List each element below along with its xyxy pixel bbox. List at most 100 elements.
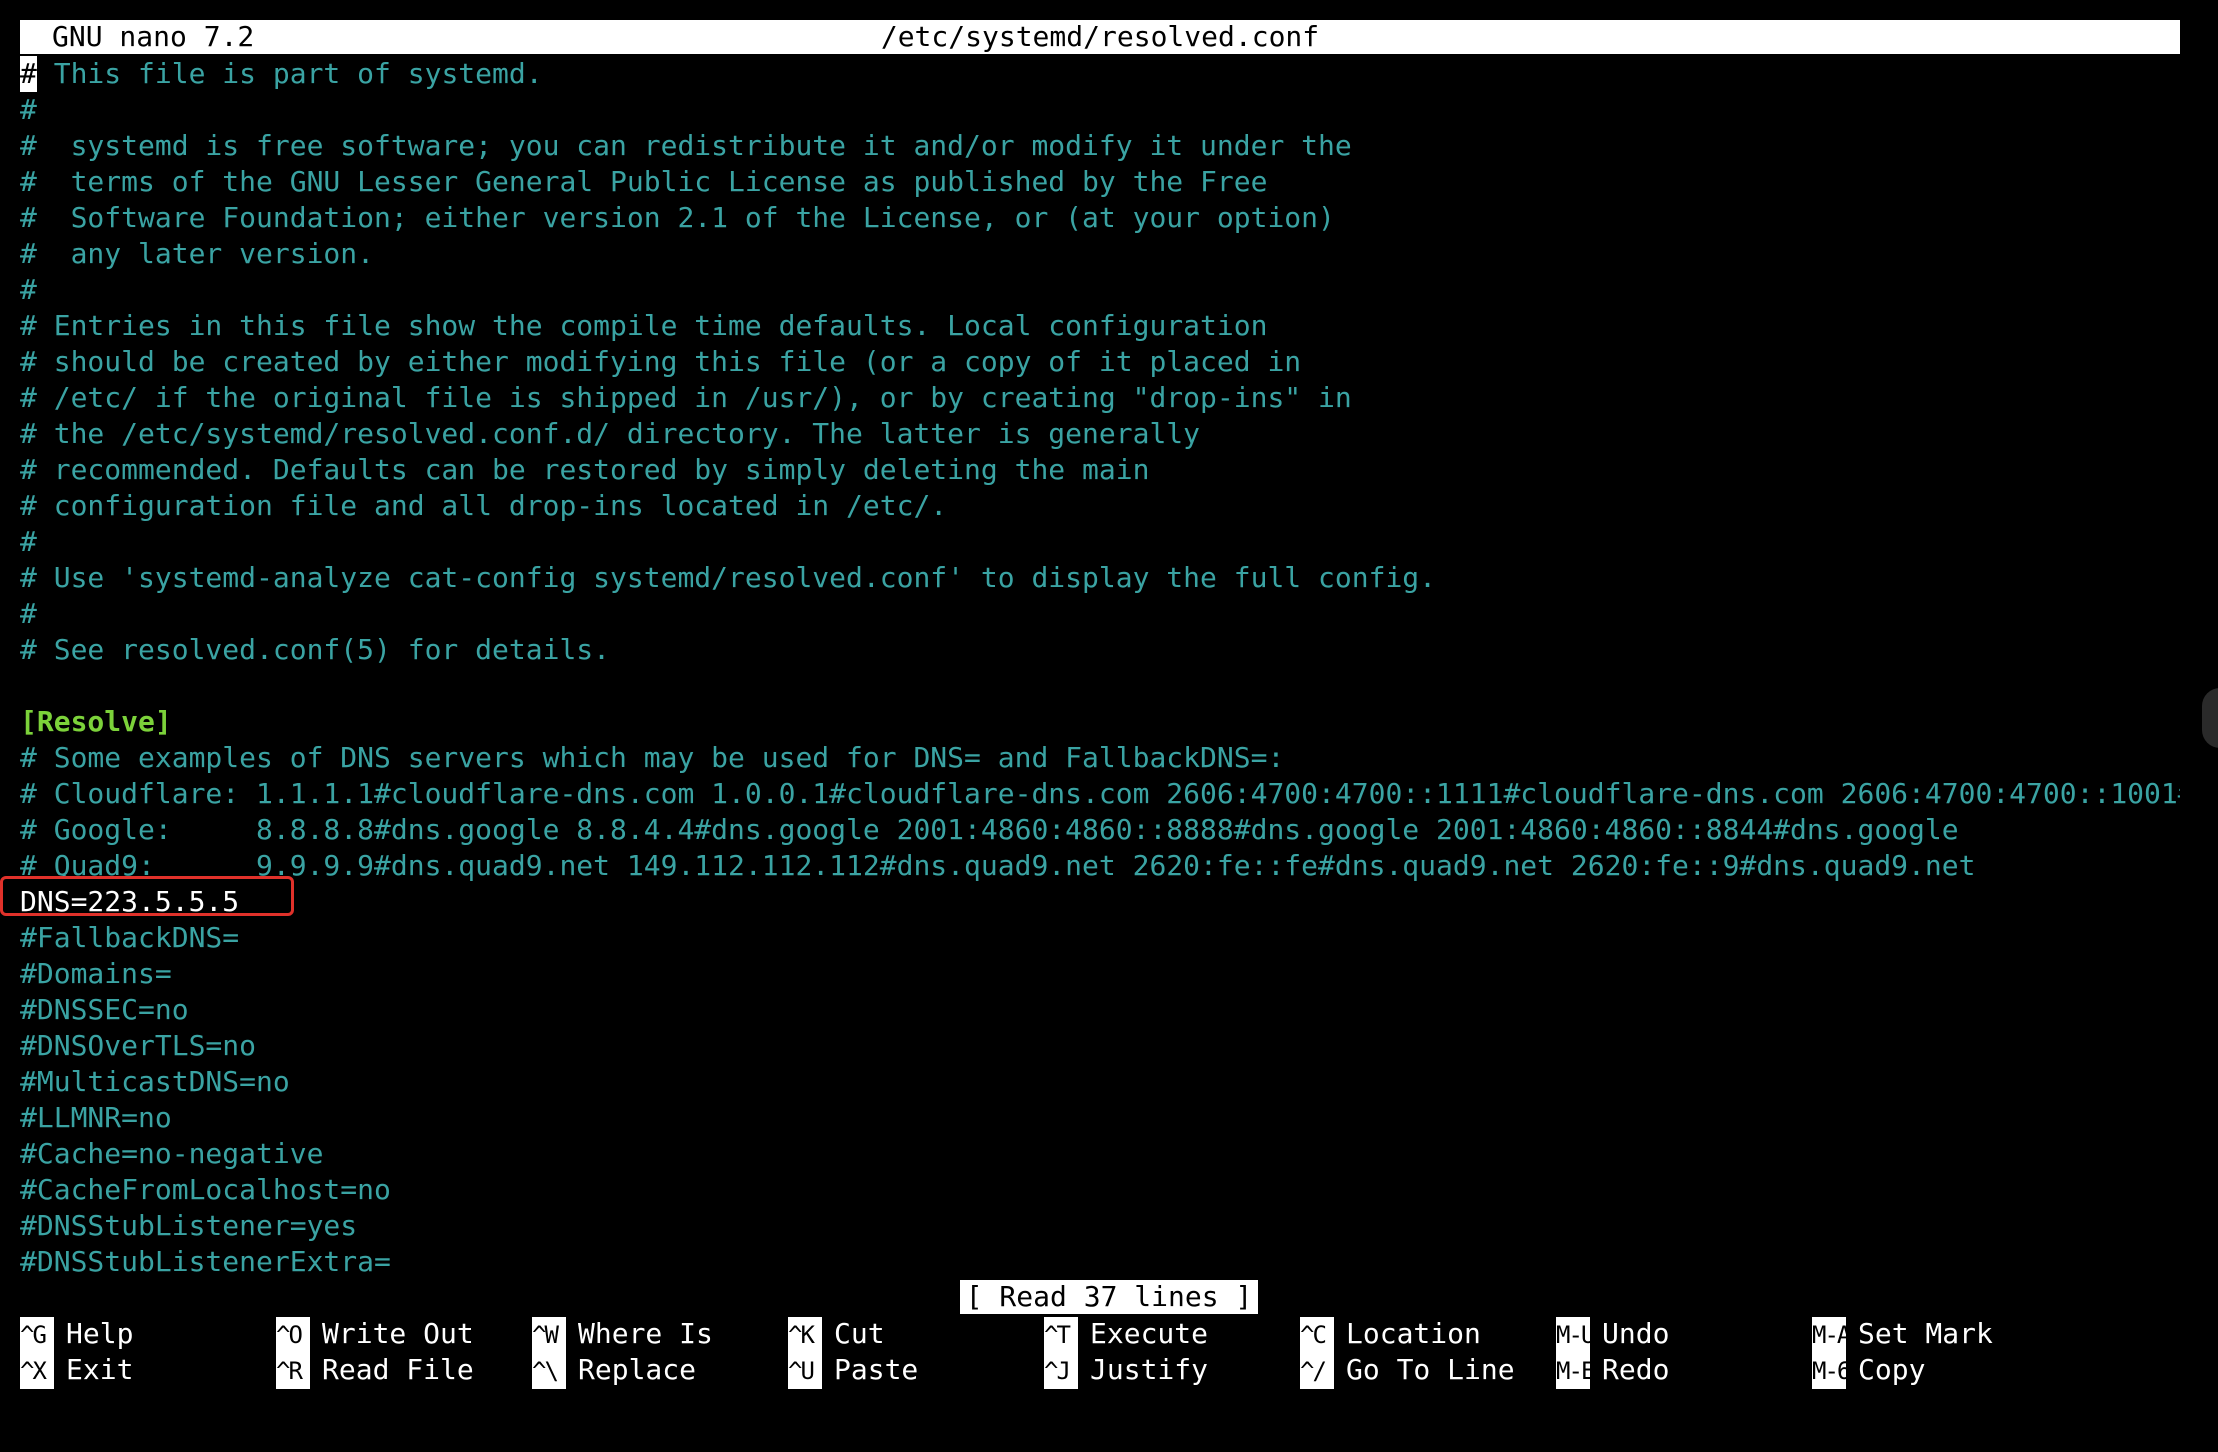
comment-line: # Cloudflare: 1.1.1.1#cloudflare-dns.com… xyxy=(20,776,2180,812)
shortcut-label: Read File xyxy=(322,1353,474,1386)
file-name: /etc/systemd/resolved.conf xyxy=(880,20,1320,53)
comment-line: # Entries in this file show the compile … xyxy=(20,308,2180,344)
shortcut-write-out[interactable]: ^O Write Out xyxy=(276,1316,474,1353)
comment-line: # xyxy=(20,596,2180,632)
line-text: # See resolved.conf(5) for details. xyxy=(20,633,611,666)
comment-line: # terms of the GNU Lesser General Public… xyxy=(20,164,2180,200)
comment-line: # Some examples of DNS servers which may… xyxy=(20,740,2180,776)
text-cursor: # xyxy=(20,56,37,92)
shortcut-label: Redo xyxy=(1602,1353,1670,1386)
shortcut-go-to-line[interactable]: ^/ Go To Line xyxy=(1300,1352,1515,1389)
shortcut-undo[interactable]: M-U Undo xyxy=(1556,1316,1670,1353)
comment-line: #FallbackDNS= xyxy=(20,920,2180,956)
shortcut-location[interactable]: ^C Location xyxy=(1300,1316,1481,1353)
line-text: # Software Foundation; either version 2.… xyxy=(20,201,1335,234)
line-text: # Some examples of DNS servers which may… xyxy=(20,741,1285,774)
line-text: #Cache=no-negative xyxy=(20,1137,324,1170)
comment-line: # xyxy=(20,92,2180,128)
line-text: #FallbackDNS= xyxy=(20,921,240,954)
line-text: #DNSSEC=no xyxy=(20,993,189,1026)
shortcut-execute[interactable]: ^T Execute xyxy=(1044,1316,1209,1353)
status-line: [ Read 37 lines ] xyxy=(0,1280,2218,1314)
shortcut-key: ^C xyxy=(1300,1317,1334,1353)
shortcut-exit[interactable]: ^X Exit xyxy=(20,1352,134,1389)
line-text: # xyxy=(20,597,37,630)
editor-text-area[interactable]: # This file is part of systemd. # # system… xyxy=(20,56,2180,1280)
line-text: # terms of the GNU Lesser General Public… xyxy=(20,165,1268,198)
comment-line: # Google: 8.8.8.8#dns.google 8.8.4.4#dns… xyxy=(20,812,2180,848)
comment-line: # Use 'systemd-analyze cat-config system… xyxy=(20,560,2180,596)
shortcut-set-mark[interactable]: M-A Set Mark xyxy=(1812,1316,1993,1353)
comment-line: # Software Foundation; either version 2.… xyxy=(20,200,2180,236)
line-text: # any later version. xyxy=(20,237,375,270)
comment-line: #LLMNR=no xyxy=(20,1100,2180,1136)
comment-line: # systemd is free software; you can redi… xyxy=(20,128,2180,164)
line-text: # Entries in this file show the compile … xyxy=(20,309,1268,342)
shortcut-redo[interactable]: M-E Redo xyxy=(1556,1352,1670,1389)
comment-line: # recommended. Defaults can be restored … xyxy=(20,452,2180,488)
line-text: # should be created by either modifying … xyxy=(20,345,1302,378)
comment-line: #DNSOverTLS=no xyxy=(20,1028,2180,1064)
line-text: #DNSOverTLS=no xyxy=(20,1029,257,1062)
line-text: # xyxy=(20,273,37,306)
shortcut-where-is[interactable]: ^W Where Is xyxy=(532,1316,713,1353)
line-text: #DNSStubListener=yes xyxy=(20,1209,358,1242)
status-message: [ Read 37 lines ] xyxy=(959,1280,1259,1314)
comment-line: #DNSStubListener=yes xyxy=(20,1208,2180,1244)
comment-line: #CacheFromLocalhost=no xyxy=(20,1172,2180,1208)
shortcut-label: Replace xyxy=(578,1353,697,1386)
line-text: # recommended. Defaults can be restored … xyxy=(20,453,1150,486)
line-text: # /etc/ if the original file is shipped … xyxy=(20,381,1352,414)
nano-title-bar: GNU nano 7.2 /etc/systemd/resolved.conf xyxy=(20,20,2180,54)
shortcut-label: Cut xyxy=(834,1317,885,1350)
shortcut-key: ^T xyxy=(1044,1317,1078,1353)
shortcut-read-file[interactable]: ^R Read File xyxy=(276,1352,474,1389)
line-text: # xyxy=(20,525,37,558)
shortcut-label: Undo xyxy=(1602,1317,1670,1350)
comment-line xyxy=(20,668,2180,704)
dns-highlight-box xyxy=(0,876,294,916)
shortcut-copy[interactable]: M-6 Copy xyxy=(1812,1352,1926,1389)
shortcut-cut[interactable]: ^K Cut xyxy=(788,1316,885,1353)
line-text: # systemd is free software; you can redi… xyxy=(20,129,1352,162)
shortcut-label: Location xyxy=(1346,1317,1481,1350)
comment-line: #Domains= xyxy=(20,956,2180,992)
shortcut-label: Paste xyxy=(834,1353,919,1386)
line-text: # Use 'systemd-analyze cat-config system… xyxy=(20,561,1437,594)
shortcut-key: ^O xyxy=(276,1317,310,1353)
line-text: # xyxy=(20,93,37,126)
terminal-window: GNU nano 7.2 /etc/systemd/resolved.conf … xyxy=(0,0,2218,1452)
comment-line: # See resolved.conf(5) for details. xyxy=(20,632,2180,668)
shortcut-key: ^U xyxy=(788,1353,822,1389)
window-edge-handle xyxy=(2202,688,2218,748)
shortcut-label: Go To Line xyxy=(1346,1353,1515,1386)
shortcut-paste[interactable]: ^U Paste xyxy=(788,1352,919,1389)
shortcut-justify[interactable]: ^J Justify xyxy=(1044,1352,1209,1389)
shortcut-key: M-6 xyxy=(1812,1353,1851,1389)
shortcut-label: Exit xyxy=(66,1353,134,1386)
shortcut-key: ^K xyxy=(788,1317,822,1353)
shortcut-replace[interactable]: ^\ Replace xyxy=(532,1352,697,1389)
shortcut-label: Set Mark xyxy=(1858,1317,1993,1350)
line-text: # Quad9: 9.9.9.9#dns.quad9.net 149.112.1… xyxy=(20,849,1976,882)
shortcut-key: M-U xyxy=(1556,1317,1595,1353)
shortcut-key: ^/ xyxy=(1300,1353,1334,1389)
line-text: #DNSStubListenerExtra= xyxy=(20,1245,391,1278)
comment-line: # xyxy=(20,272,2180,308)
shortcut-label: Execute xyxy=(1090,1317,1209,1350)
shortcut-key: ^W xyxy=(532,1317,566,1353)
line-text: #Domains= xyxy=(20,957,172,990)
comment-line: # xyxy=(20,524,2180,560)
shortcut-help[interactable]: ^G Help xyxy=(20,1316,133,1353)
shortcut-label: Justify xyxy=(1090,1353,1209,1386)
line-text: [Resolve] xyxy=(20,705,172,738)
shortcut-label: Copy xyxy=(1858,1353,1926,1386)
shortcut-key: ^G xyxy=(20,1317,54,1353)
line-text: # Google: 8.8.8.8#dns.google 8.8.4.4#dns… xyxy=(20,813,1959,846)
comment-line: # configuration file and all drop-ins lo… xyxy=(20,488,2180,524)
shortcut-key: ^X xyxy=(20,1353,54,1389)
line-text: # Cloudflare: 1.1.1.1#cloudflare-dns.com… xyxy=(20,777,2180,810)
comment-line: # Quad9: 9.9.9.9#dns.quad9.net 149.112.1… xyxy=(20,848,2180,884)
comment-line: # should be created by either modifying … xyxy=(20,344,2180,380)
shortcut-key: ^J xyxy=(1044,1353,1078,1389)
